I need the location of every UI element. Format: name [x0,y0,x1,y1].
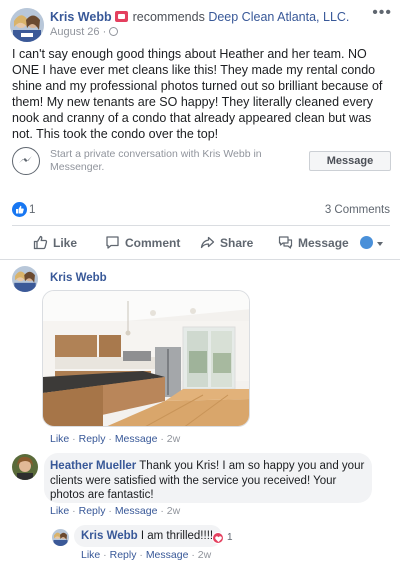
reply-body: I am thrilled!!!! [140,530,214,542]
separator: · [105,433,115,445]
comment-reply-link[interactable]: Reply [79,433,106,445]
reply-text: Kris Webb I am thrilled!!!! [81,530,213,542]
separator: · [157,433,167,445]
share-label: Share [220,236,254,250]
comment-like-link[interactable]: Like [50,433,69,445]
comment-timestamp[interactable]: 2w [167,505,180,517]
chat-icon [278,236,293,249]
post-body-text: I can't say enough good things about Hea… [12,47,383,141]
like-label: Like [53,236,78,250]
comment-timestamp[interactable]: 2w [167,433,180,445]
comment-label: Comment [125,236,181,250]
messenger-prompt: Start a private conversation with Kris W… [50,148,262,173]
separator: · [100,549,110,561]
comment-message-link[interactable]: Message [115,433,158,445]
separator: · [69,505,79,517]
message-action-label: Message [298,236,349,250]
commenter-name-link[interactable]: Kris Webb [50,272,107,284]
comment-actions: Like · Reply · Message · 2w [81,549,211,561]
heart-icon[interactable] [212,532,224,544]
reply-avatar[interactable] [52,529,69,546]
reaction-count[interactable]: 1 [227,532,233,543]
comment-reply-link[interactable]: Reply [110,549,137,561]
comment-text: Heather Mueller Thank you Kris! I am so … [50,459,366,503]
meta-separator: · [102,26,107,38]
comment-like-link[interactable]: Like [50,505,69,517]
share-icon [200,236,215,249]
separator: · [105,505,115,517]
chevron-down-icon [377,242,383,246]
comment-button[interactable]: Comment [105,235,180,250]
comment-reply-link[interactable]: Reply [79,505,106,517]
reply-author-link[interactable]: Kris Webb [81,530,138,542]
comment-actions: Like · Reply · Message · 2w [50,505,180,517]
comment-message-link[interactable]: Message [146,549,189,561]
like-reaction-icon[interactable] [12,202,27,217]
commenter-avatar[interactable] [12,266,38,292]
author-avatar[interactable] [10,8,44,42]
message-action-button[interactable]: Message [278,235,349,250]
recommendation-badge-icon [114,11,128,22]
post-date-link[interactable]: August 26 [50,26,100,38]
comment-like-link[interactable]: Like [81,549,100,561]
author-name-link[interactable]: Kris Webb [50,10,112,24]
comment-photo[interactable] [42,290,250,427]
commenter-name-link[interactable]: Heather Mueller [50,460,136,472]
separator: · [69,433,79,445]
separator: · [136,549,146,561]
comment-count-link[interactable]: 3 Comments [325,204,390,216]
recommends-label: recommends [132,10,205,24]
share-button[interactable]: Share [200,235,253,250]
post-header: Kris Webb recommends Deep Clean Atlanta, … [50,10,349,24]
comment-icon [106,236,119,249]
like-button[interactable]: Like [33,235,77,250]
globe-icon [109,27,119,36]
page-name-link[interactable]: Deep Clean Atlanta, LLC. [208,10,349,24]
post-as-selector[interactable] [360,236,383,250]
separator: · [157,505,167,517]
comment-timestamp[interactable]: 2w [198,549,211,561]
thumbs-up-icon [33,235,48,250]
divider [0,259,400,260]
divider [12,225,390,226]
comment-message-link[interactable]: Message [115,505,158,517]
like-count[interactable]: 1 [29,204,35,216]
commenter-avatar[interactable] [12,454,38,480]
messenger-icon [12,147,40,175]
more-options-icon[interactable]: ••• [372,4,392,22]
page-avatar-icon [360,236,373,249]
post-meta: August 26 · [50,26,119,38]
separator: · [188,549,198,561]
message-button[interactable]: Message [309,151,391,171]
comment-actions: Like · Reply · Message · 2w [50,433,180,445]
